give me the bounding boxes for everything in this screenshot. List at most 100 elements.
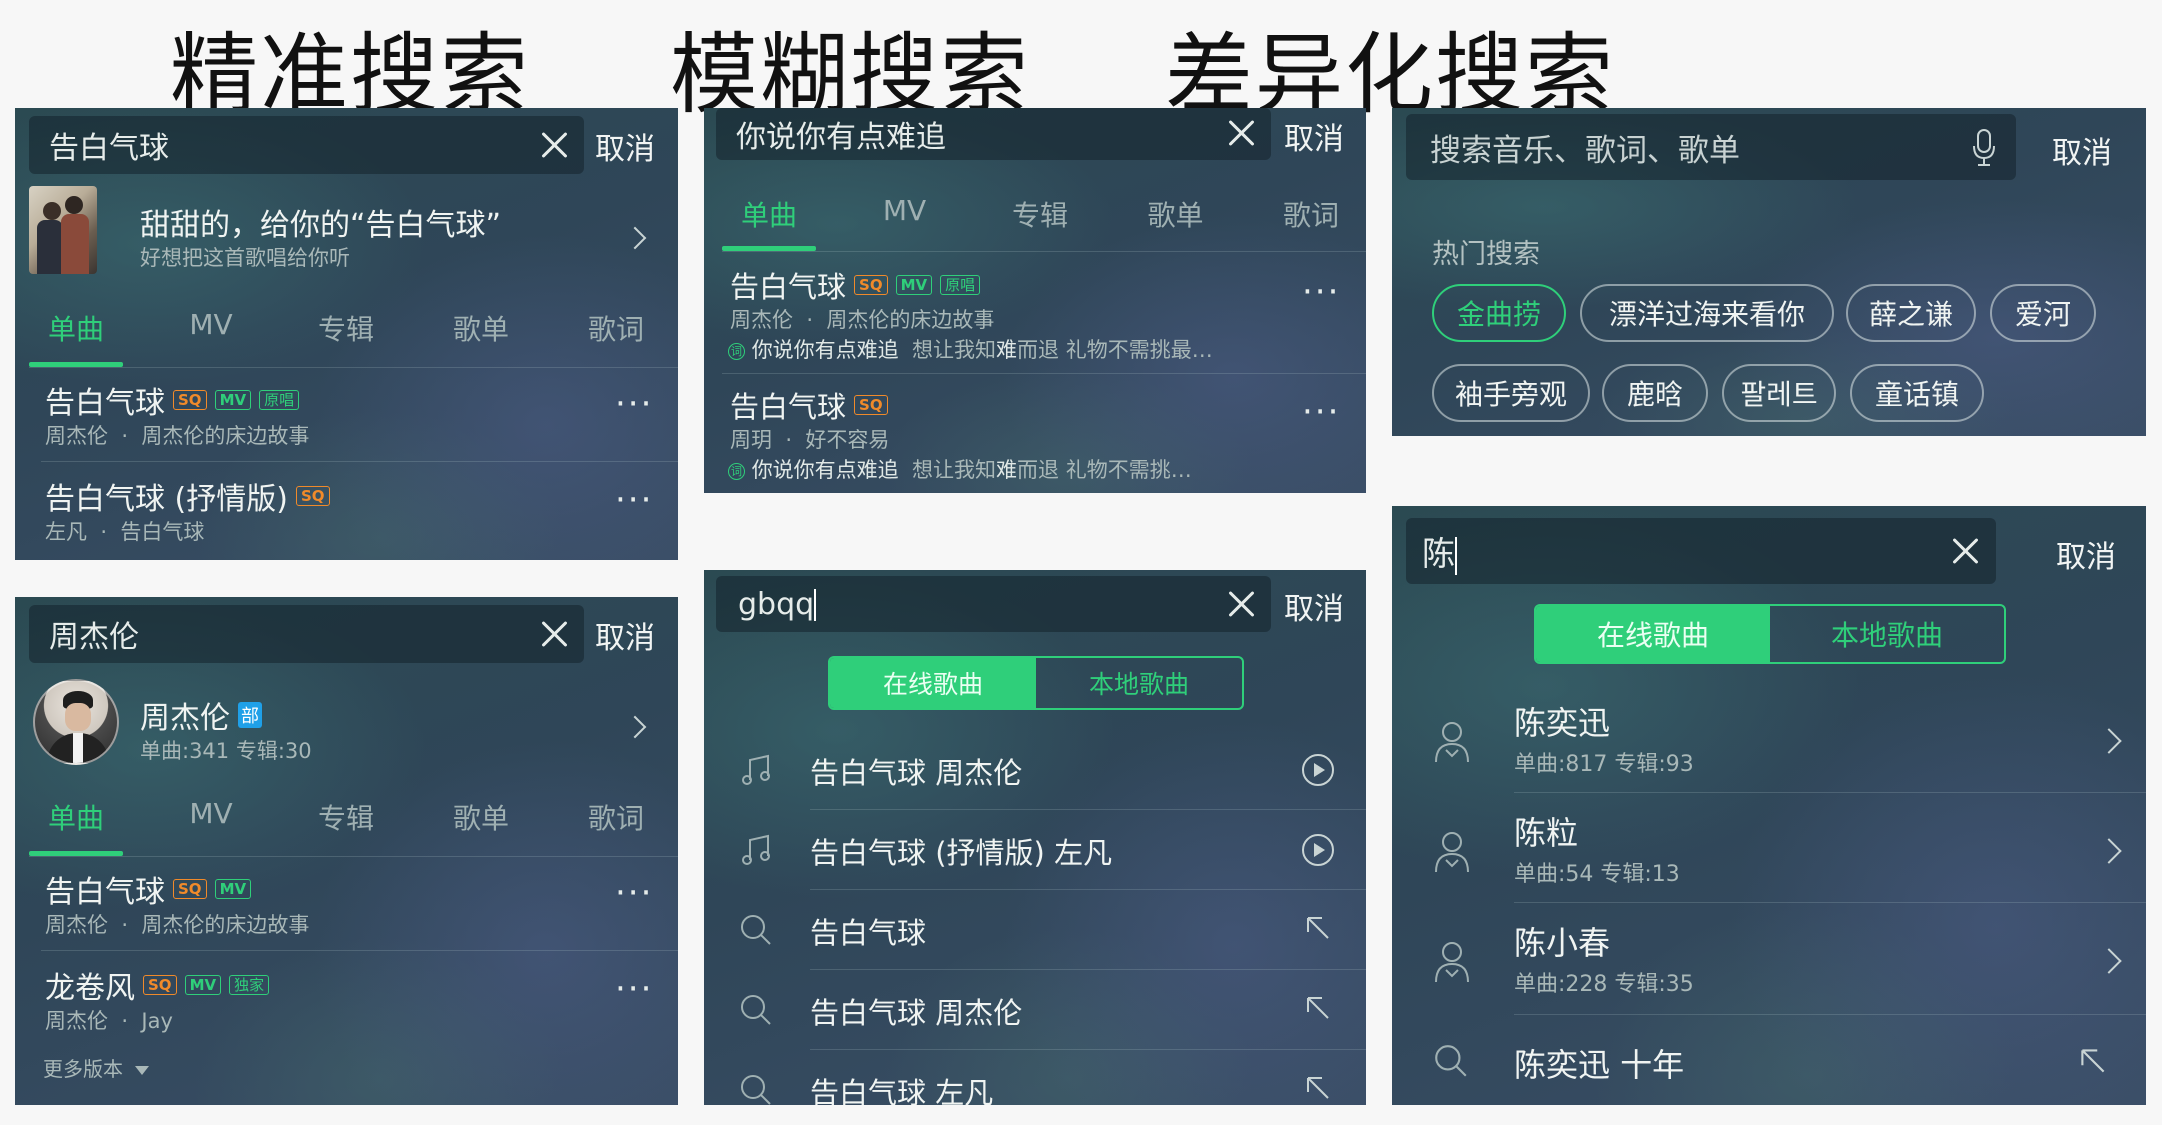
search-bar[interactable]: 陈	[1406, 518, 1996, 584]
mv-badge[interactable]: MV	[895, 275, 933, 295]
search-bar[interactable]: gbqq	[716, 576, 1271, 632]
cancel-button[interactable]: 取消	[1284, 114, 1344, 158]
search-input[interactable]: 你说你有点难追	[736, 112, 946, 156]
tab-albums[interactable]: 专辑	[1005, 194, 1075, 234]
divider	[29, 856, 678, 857]
chevron-right-icon[interactable]	[623, 715, 647, 739]
tab-mv[interactable]: MV	[870, 194, 940, 234]
tab-playlists[interactable]: 歌单	[446, 308, 516, 348]
tab-songs[interactable]: 单曲	[41, 797, 111, 837]
tab-albums[interactable]: 专辑	[311, 308, 381, 348]
artist-stats: 单曲:228 专辑:35	[1514, 972, 1694, 997]
chevron-right-icon[interactable]	[2096, 728, 2122, 754]
hot-tag[interactable]: 袖手旁观	[1432, 364, 1590, 422]
song-row-title[interactable]: 告白气球 SQ MV 原唱	[730, 264, 981, 306]
hot-tag[interactable]: 爱河	[1990, 284, 2096, 342]
verified-badge: 部	[238, 702, 262, 728]
artist-name-row[interactable]: 周杰伦 部	[140, 693, 262, 737]
album-cover[interactable]	[29, 186, 97, 274]
chevron-right-icon[interactable]	[2096, 838, 2122, 864]
song-row-title[interactable]: 龙卷风 SQ MV 独家	[45, 963, 270, 1007]
clear-icon[interactable]	[1226, 589, 1256, 619]
more-icon[interactable]: ···	[1302, 272, 1340, 312]
song-row-title[interactable]: 告白气球 (抒情版) SQ	[45, 474, 330, 518]
suggestion-row[interactable]: 告白气球 左凡	[704, 1050, 1366, 1105]
lyric-snippet: 词 你说你有点难追 想让我知难而退 礼物不需挑…	[728, 454, 1192, 484]
suggestion-row[interactable]: 告白气球 周杰伦	[704, 730, 1366, 810]
more-icon[interactable]: ···	[615, 384, 653, 424]
mv-badge[interactable]: MV	[214, 390, 252, 410]
hot-tag[interactable]: 漂洋过海来看你	[1580, 284, 1834, 342]
suggestion-row[interactable]: 陈奕迅 十年	[1392, 1018, 2146, 1104]
search-input[interactable]: 告白气球	[49, 123, 169, 167]
search-input[interactable]: 搜索音乐、歌词、歌单	[1430, 125, 1740, 170]
hot-tag[interactable]: 鹿晗	[1602, 364, 1708, 422]
search-bar[interactable]: 你说你有点难追	[716, 108, 1271, 160]
chevron-right-icon[interactable]	[623, 226, 647, 250]
online-songs-tab[interactable]: 在线歌曲	[830, 658, 1036, 708]
divider	[1514, 1014, 2146, 1015]
source-toggle: 在线歌曲 本地歌曲	[1534, 604, 2006, 664]
song-row-title[interactable]: 告白气球 SQ MV	[45, 867, 252, 911]
artist-row[interactable]: 陈小春 单曲:228 专辑:35	[1392, 906, 2146, 1016]
more-icon[interactable]: ···	[615, 873, 653, 913]
cancel-button[interactable]: 取消	[2056, 532, 2116, 576]
play-icon[interactable]	[1300, 752, 1336, 788]
tab-lyrics[interactable]: 歌词	[581, 308, 651, 348]
more-icon[interactable]: ···	[1302, 392, 1340, 432]
tab-playlists[interactable]: 歌单	[446, 797, 516, 837]
clear-icon[interactable]	[1226, 118, 1256, 148]
tab-albums[interactable]: 专辑	[311, 797, 381, 837]
hot-tag[interactable]: 薛之谦	[1846, 284, 1976, 342]
search-input[interactable]: gbqq	[738, 587, 817, 622]
microphone-icon[interactable]	[1971, 128, 1997, 168]
fill-arrow-icon[interactable]	[1302, 912, 1334, 944]
artist-avatar[interactable]	[33, 679, 119, 765]
hot-tag[interactable]: 童话镇	[1850, 364, 1984, 422]
search-bar[interactable]: 搜索音乐、歌词、歌单	[1406, 114, 2016, 180]
tab-mv[interactable]: MV	[176, 797, 246, 837]
search-input[interactable]: 周杰伦	[49, 612, 139, 656]
tab-songs[interactable]: 单曲	[41, 308, 111, 348]
search-bar[interactable]: 周杰伦	[29, 605, 584, 663]
clear-icon[interactable]	[539, 619, 569, 649]
fill-arrow-icon[interactable]	[1302, 1072, 1334, 1104]
mv-badge[interactable]: MV	[214, 879, 252, 899]
song-row-title[interactable]: 告白气球 SQ	[730, 384, 888, 426]
mv-badge[interactable]: MV	[184, 975, 222, 995]
cancel-button[interactable]: 取消	[2052, 128, 2112, 172]
hot-tag[interactable]: 金曲捞	[1432, 284, 1566, 342]
suggestion-text: 告白气球 (抒情版) 左凡	[810, 836, 1113, 870]
tab-lyrics[interactable]: 歌词	[1276, 194, 1346, 234]
artist-row[interactable]: 陈粒 单曲:54 专辑:13	[1392, 796, 2146, 906]
card-title[interactable]: 甜甜的，给你的“告白气球”	[140, 200, 501, 244]
play-icon[interactable]	[1300, 832, 1336, 868]
local-songs-tab[interactable]: 本地歌曲	[1770, 606, 2004, 662]
suggestion-row[interactable]: 告白气球	[704, 890, 1366, 970]
hot-tag[interactable]: 팔레트	[1722, 364, 1836, 422]
clear-icon[interactable]	[1950, 536, 1980, 566]
tab-lyrics[interactable]: 歌词	[581, 797, 651, 837]
more-icon[interactable]: ···	[615, 969, 653, 1009]
tab-songs[interactable]: 单曲	[734, 194, 804, 234]
cancel-button[interactable]: 取消	[1284, 584, 1344, 628]
cancel-button[interactable]: 取消	[595, 613, 655, 657]
search-bar[interactable]: 告白气球	[29, 116, 584, 174]
artist-row[interactable]: 陈奕迅 单曲:817 专辑:93	[1392, 686, 2146, 796]
suggestion-row[interactable]: 告白气球 (抒情版) 左凡	[704, 810, 1366, 890]
more-icon[interactable]: ···	[615, 480, 653, 520]
cancel-button[interactable]: 取消	[595, 124, 655, 168]
fill-arrow-icon[interactable]	[2076, 1044, 2110, 1078]
song-meta: 周杰伦 · 周杰伦的床边故事	[45, 424, 310, 448]
local-songs-tab[interactable]: 本地歌曲	[1036, 658, 1242, 708]
song-row-title[interactable]: 告白气球 SQ MV 原唱	[45, 378, 300, 422]
tab-playlists[interactable]: 歌单	[1141, 194, 1211, 234]
tab-mv[interactable]: MV	[176, 308, 246, 348]
suggestion-row[interactable]: 告白气球 周杰伦	[704, 970, 1366, 1050]
clear-icon[interactable]	[539, 130, 569, 160]
more-versions-link[interactable]: 更多版本	[43, 1053, 150, 1082]
fill-arrow-icon[interactable]	[1302, 992, 1334, 1024]
chevron-right-icon[interactable]	[2096, 948, 2122, 974]
online-songs-tab[interactable]: 在线歌曲	[1536, 606, 1770, 662]
search-input[interactable]: 陈	[1422, 527, 1457, 575]
